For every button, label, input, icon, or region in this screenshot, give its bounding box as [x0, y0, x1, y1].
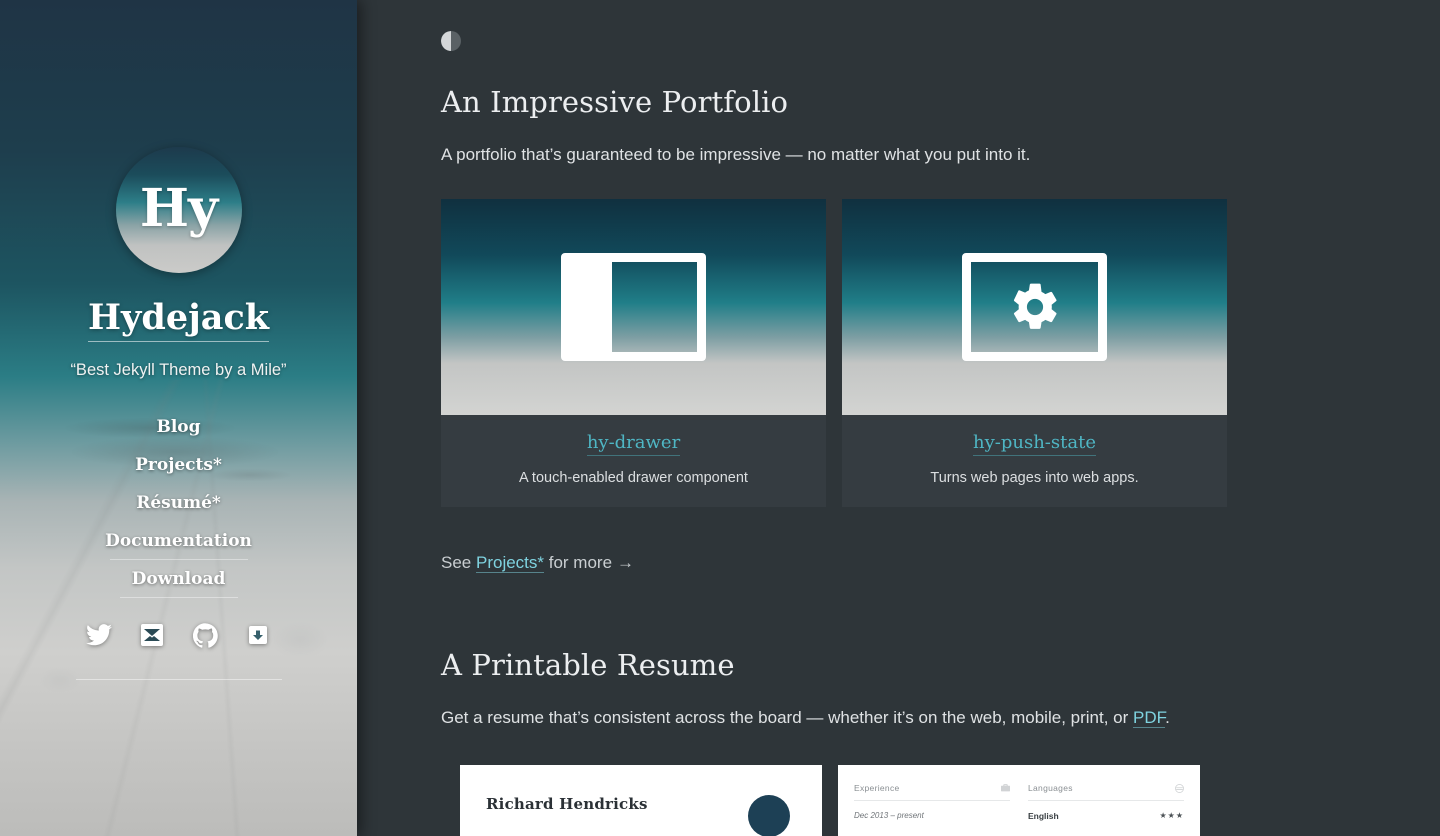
twitter-icon	[86, 624, 112, 651]
project-card-hy-drawer[interactable]: hy-drawer A touch-enabled drawer compone…	[441, 199, 826, 508]
download-icon	[246, 623, 270, 652]
briefcase-icon	[1001, 783, 1010, 792]
sidebar-item-resume[interactable]: Résumé*	[0, 484, 357, 522]
project-card-list: hy-drawer A touch-enabled drawer compone…	[441, 199, 1227, 508]
sidebar-item-blog[interactable]: Blog	[0, 408, 357, 446]
resume-column-languages: Languages English ★★★	[1028, 783, 1184, 821]
resume-languages-heading: Languages	[1028, 782, 1073, 793]
main-content: An Impressive Portfolio A portfolio that…	[357, 0, 1440, 836]
project-card-desc-hy-drawer: A touch-enabled drawer component	[519, 470, 748, 487]
site-logo-text: Hy	[139, 178, 218, 239]
resume-language-name: English	[1028, 810, 1059, 821]
portfolio-lede: A portfolio that’s guaranteed to be impr…	[441, 144, 1031, 164]
half-moon-icon[interactable]	[441, 31, 461, 51]
see-projects-suffix: for more	[544, 553, 613, 573]
sidebar-item-projects[interactable]: Projects*	[0, 446, 357, 484]
resume-column-experience: Experience Dec 2013 – present	[854, 783, 1010, 821]
arrow-right-icon: →	[617, 553, 635, 573]
sidebar-divider	[75, 678, 282, 680]
see-projects-link[interactable]: Projects*	[475, 553, 545, 574]
globe-icon	[1175, 783, 1184, 793]
site-tagline: “Best Jekyll Theme by a Mile”	[70, 360, 287, 379]
gear-in-window-icon	[962, 253, 1107, 362]
drawer-panel-icon	[561, 253, 706, 362]
site-logo[interactable]: Hy	[115, 147, 242, 273]
project-card-desc-hy-push-state: Turns web pages into web apps.	[930, 470, 1139, 487]
sidebar-item-documentation[interactable]: Documentation	[0, 522, 357, 560]
social-link-download[interactable]	[245, 625, 271, 651]
project-card-image-hy-push-state	[842, 199, 1227, 416]
project-card-title-hy-drawer[interactable]: hy-drawer	[586, 432, 681, 457]
project-card-hy-push-state[interactable]: hy-push-state Turns web pages into web a…	[842, 199, 1227, 508]
resume-preview-left[interactable]: Richard Hendricks	[460, 764, 822, 836]
resume-preview-right[interactable]: Experience Dec 2013 – present Languages …	[838, 764, 1200, 836]
resume-lede-suffix: .	[1165, 708, 1170, 728]
page-root: Hy Hydejack “Best Jekyll Theme by a Mile…	[0, 0, 1440, 836]
resume-experience-date: Dec 2013 – present	[854, 810, 924, 820]
site-brand-text: Hydejack	[87, 297, 270, 342]
project-card-image-hy-drawer	[441, 199, 826, 416]
email-icon	[140, 623, 164, 652]
social-link-twitter[interactable]	[86, 624, 112, 651]
resume-experience-heading: Experience	[854, 782, 900, 793]
site-brand-title[interactable]: Hydejack	[0, 297, 357, 342]
pdf-link[interactable]: PDF	[1133, 708, 1166, 729]
github-icon	[192, 622, 218, 653]
page-title-portfolio: An Impressive Portfolio	[441, 85, 789, 119]
see-projects-more: See Projects* for more →	[441, 553, 1227, 574]
page-title-resume: A Printable Resume	[441, 648, 735, 683]
sidebar-nav: Blog Projects* Résumé* Documentation Dow…	[0, 408, 357, 598]
resume-language-rating: ★★★	[1159, 811, 1184, 821]
resume-lede-prefix: Get a resume that’s consistent across th…	[441, 708, 1133, 728]
project-card-title-hy-push-state[interactable]: hy-push-state	[973, 432, 1096, 457]
resume-lede: Get a resume that’s consistent across th…	[441, 706, 1227, 731]
social-link-github[interactable]	[192, 622, 218, 653]
sidebar-social-links	[0, 622, 357, 653]
profile-avatar	[748, 794, 790, 836]
see-projects-prefix: See	[441, 553, 476, 573]
sidebar-item-download[interactable]: Download	[0, 560, 357, 598]
sidebar: Hy Hydejack “Best Jekyll Theme by a Mile…	[0, 0, 357, 836]
social-link-email[interactable]	[139, 623, 165, 652]
resume-preview-list: Richard Hendricks Experience Dec 2013 – …	[441, 764, 1227, 836]
